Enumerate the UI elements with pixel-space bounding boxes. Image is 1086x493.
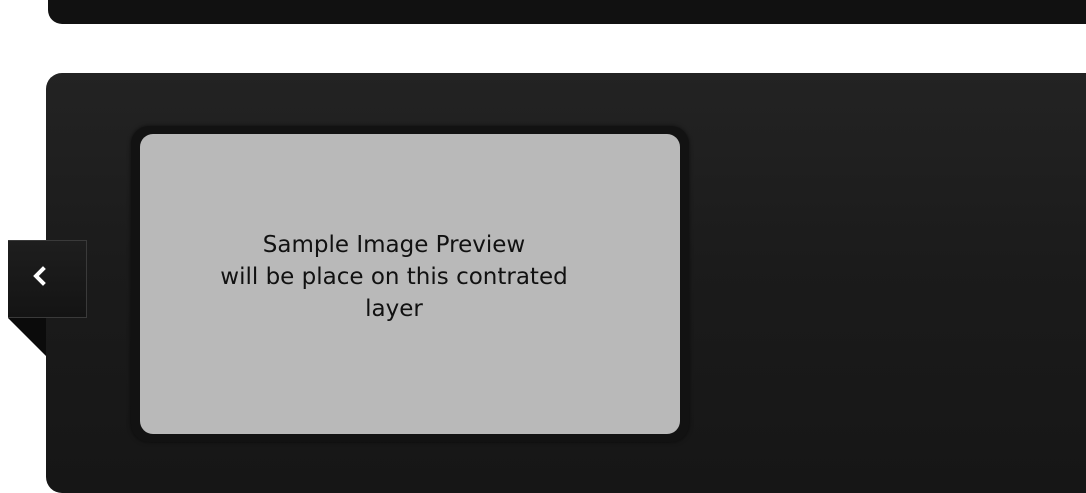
top-panel — [48, 0, 1086, 24]
image-preview-layer: Sample Image Preview will be place on th… — [140, 134, 680, 434]
previous-button[interactable] — [8, 240, 87, 318]
chevron-left-icon — [0, 237, 79, 315]
image-preview-frame: Sample Image Preview will be place on th… — [131, 126, 689, 442]
previous-button-fold — [8, 318, 46, 356]
preview-placeholder-text: Sample Image Preview will be place on th… — [220, 232, 568, 322]
